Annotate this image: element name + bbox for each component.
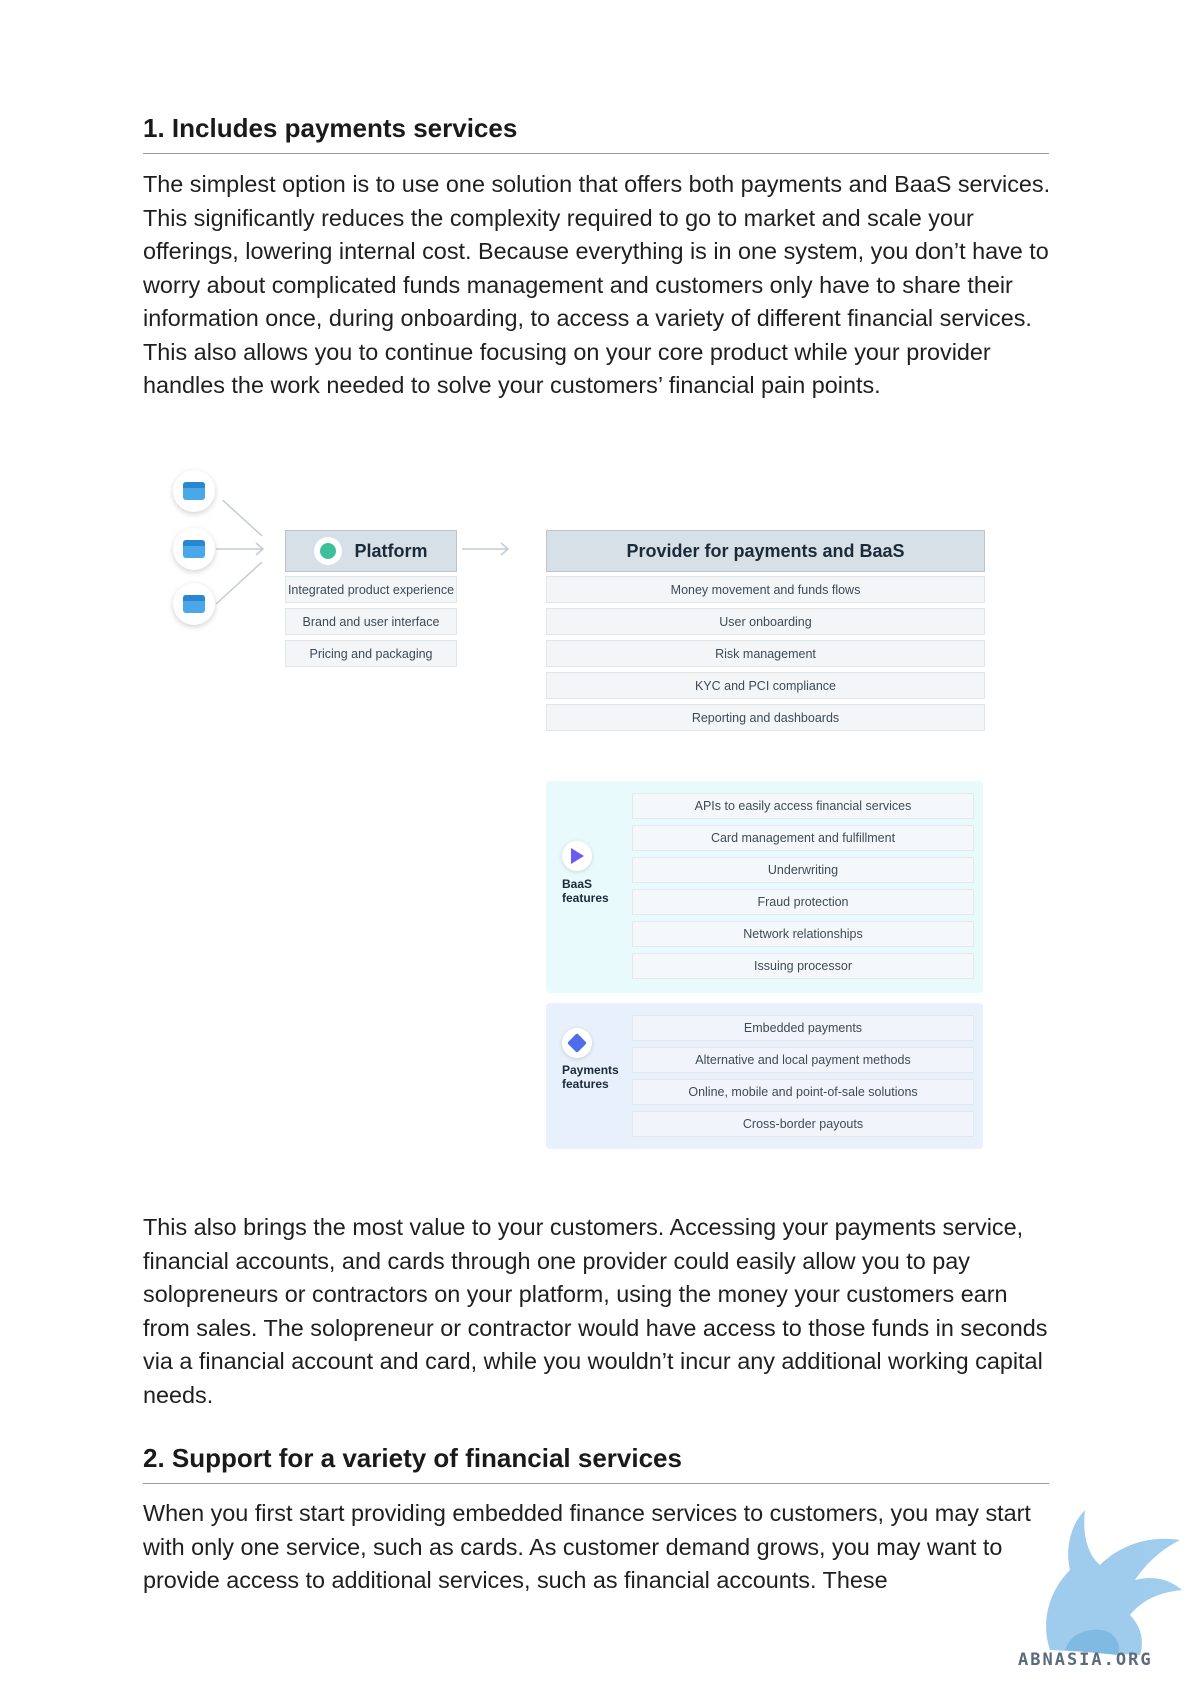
platform-item: Integrated product experience (285, 576, 457, 603)
provider-item: User onboarding (546, 608, 985, 635)
watermark-text: ABNASIA.ORG (1018, 1650, 1153, 1670)
provider-header: Provider for payments and BaaS (546, 530, 985, 572)
baas-features-panel: BaaS features APIs to easily access fina… (546, 781, 983, 993)
platform-item: Pricing and packaging (285, 640, 457, 667)
baas-item: Card management and fulfillment (632, 825, 974, 851)
baas-logo-icon (562, 841, 592, 871)
paragraph-simplest-option: The simplest option is to use one soluti… (143, 171, 1051, 398)
payments-item: Alternative and local payment methods (632, 1047, 974, 1073)
payments-item: Online, mobile and point-of-sale solutio… (632, 1079, 974, 1105)
baas-item: Network relationships (632, 921, 974, 947)
provider-title: Provider for payments and BaaS (626, 540, 905, 561)
provider-item: KYC and PCI compliance (546, 672, 985, 699)
provider-item: Money movement and funds flows (546, 576, 985, 603)
baas-item: Underwriting (632, 857, 974, 883)
baas-item: Issuing processor (632, 953, 974, 979)
payments-logo-icon (562, 1028, 592, 1058)
platform-title: Platform (354, 540, 428, 561)
platform-item: Brand and user interface (285, 608, 457, 635)
baas-item: APIs to easily access financial services (632, 793, 974, 819)
section-heading-financial-services: 2. Support for a variety of financial se… (143, 1443, 1049, 1484)
paragraph-most-value: This also brings the most value to your … (143, 1214, 1048, 1408)
document-page: 1. Includes payments services The simple… (0, 0, 1190, 1684)
paragraph-embedded-finance: When you first start providing embedded … (143, 1500, 1031, 1593)
payments-baas-diagram: Platform Integrated product experience B… (173, 470, 1020, 1180)
provider-item: Risk management (546, 640, 985, 667)
payments-label: Payments features (562, 1063, 619, 1091)
store-icon (173, 583, 215, 625)
baas-label: BaaS features (562, 877, 609, 905)
store-icon (173, 470, 215, 512)
payments-item: Embedded payments (632, 1015, 974, 1041)
baas-item: Fraud protection (632, 889, 974, 915)
payments-item: Cross-border payouts (632, 1111, 974, 1137)
payments-features-panel: Payments features Embedded payments Alte… (546, 1003, 983, 1149)
store-icon (173, 528, 215, 570)
platform-logo-icon (314, 537, 343, 565)
provider-item: Reporting and dashboards (546, 704, 985, 731)
section-heading-payments-services: 1. Includes payments services (143, 113, 1049, 154)
platform-header: Platform (285, 530, 457, 572)
